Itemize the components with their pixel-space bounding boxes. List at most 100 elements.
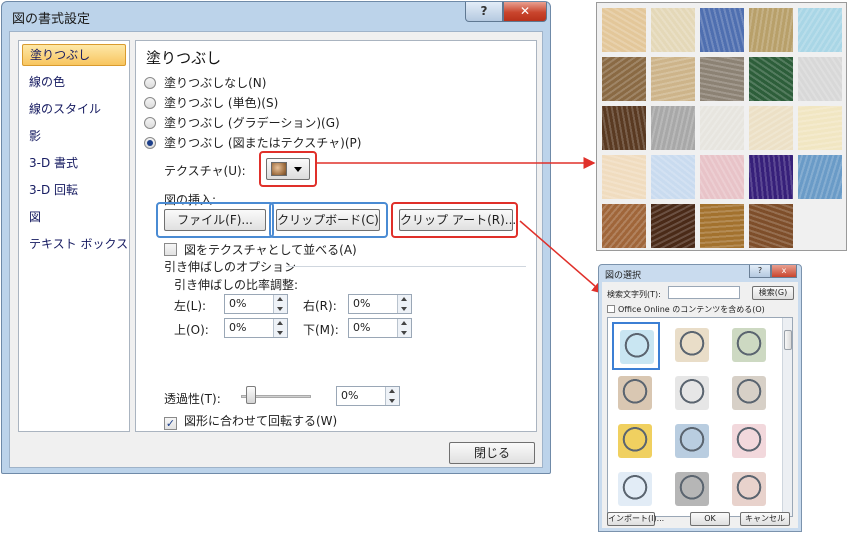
radio-indicator[interactable] [144,137,156,149]
man-clip[interactable] [669,322,717,370]
search-button[interactable]: 検索(G) [752,286,794,300]
checkbox-box[interactable]: ✓ [164,417,177,430]
nav-item-fill[interactable]: 塗りつぶし [22,44,126,66]
texture-swatch[interactable] [602,155,646,199]
santa-clip[interactable] [726,466,774,514]
clipboard-highlight [269,202,388,238]
radio-gradient-fill[interactable]: 塗りつぶし (グラデーション)(G) [144,114,340,132]
dialog-title: 図の書式設定 [12,12,91,27]
spin-buttons[interactable] [273,295,287,313]
bottom-offset-value: 0% [353,321,371,334]
texture-swatch[interactable] [651,106,695,150]
transparency-stepper[interactable]: 0% [336,386,400,406]
top-offset-stepper[interactable]: 0% [224,318,288,338]
left-offset-label: 左(L): [174,299,207,313]
nav-item-picture[interactable]: 図 [22,206,126,228]
texture-swatch[interactable] [798,155,842,199]
texture-swatch[interactable] [602,8,646,52]
left-offset-stepper[interactable]: 0% [224,294,288,314]
car-clip[interactable] [612,418,660,466]
pattern-clip[interactable] [726,418,774,466]
checkbox-box[interactable] [607,305,615,313]
eiffel-clip[interactable] [669,418,717,466]
texture-swatch[interactable] [749,8,793,52]
clipart-thumbnail-icon [618,376,652,410]
spin-buttons[interactable] [397,319,411,337]
format-picture-dialog: 図の書式設定 ? ✕ 塗りつぶし 線の色 線のスタイル 影 3-D 書式 3-D… [1,1,551,474]
radio-no-fill[interactable]: 塗りつぶしなし(N) [144,74,266,92]
radio-indicator[interactable] [144,97,156,109]
texture-swatch[interactable] [700,57,744,101]
transparency-slider-thumb[interactable] [246,386,256,404]
rope-clip[interactable] [612,466,660,514]
right-offset-stepper[interactable]: 0% [348,294,412,314]
fill-settings-panel: 塗りつぶし 塗りつぶしなし(N) 塗りつぶし (単色)(S) 塗りつぶし (グラ… [135,40,537,432]
spin-buttons[interactable] [397,295,411,313]
checkbox-label: 図をテクスチャとして並べる(A) [184,243,357,257]
scroll-thumb[interactable] [784,330,792,350]
results-scrollbar[interactable] [782,318,792,516]
texture-swatch[interactable] [700,8,744,52]
transparency-value: 0% [341,389,359,402]
nav-item-shadow[interactable]: 影 [22,125,126,147]
clipart-thumbnail-icon [675,376,709,410]
close-window-button[interactable]: ✕ [503,2,547,22]
texture-swatch[interactable] [749,106,793,150]
clipart-highlight [391,202,518,238]
bottom-offset-label: 下(M): [303,323,339,337]
spin-buttons[interactable] [273,319,287,337]
radio-picture-texture-fill[interactable]: 塗りつぶし (図またはテクスチャ)(P) [144,134,361,152]
texture-swatch[interactable] [749,57,793,101]
radio-indicator[interactable] [144,117,156,129]
radio-indicator[interactable] [144,77,156,89]
import-button[interactable]: インポート(I)... [607,512,664,526]
texture-swatch[interactable] [651,155,695,199]
online-content-checkbox[interactable]: Office Online のコンテンツを含める(O) [607,304,765,315]
rotate-with-shape-checkbox[interactable]: ✓ 図形に合わせて回転する(W) [164,412,337,430]
search-input[interactable] [668,286,740,299]
texture-swatch[interactable] [602,106,646,150]
town-clip[interactable] [726,322,774,370]
section-title: 塗りつぶし [146,49,222,67]
helmet-clip[interactable] [669,466,717,514]
texture-swatch[interactable] [602,57,646,101]
texture-swatch[interactable] [749,155,793,199]
cow-clip[interactable] [726,370,774,418]
nav-item-line-color[interactable]: 線の色 [22,71,126,93]
clipart-help-button[interactable]: ? [749,265,771,278]
texture-swatch[interactable] [651,57,695,101]
category-list: 塗りつぶし 線の色 線のスタイル 影 3-D 書式 3-D 回転 図 テキスト … [18,40,130,432]
clipart-thumbnail-icon [675,472,709,506]
spin-buttons[interactable] [385,387,399,405]
monk-clip[interactable] [612,370,660,418]
nav-item-3d-format[interactable]: 3-D 書式 [22,152,126,174]
radio-solid-fill[interactable]: 塗りつぶし (単色)(S) [144,94,278,112]
tile-checkbox[interactable]: 図をテクスチャとして並べる(A) [164,241,357,258]
texture-swatch[interactable] [602,204,646,248]
close-button[interactable]: 閉じる [449,442,535,464]
bottom-offset-stepper[interactable]: 0% [348,318,412,338]
nav-item-line-style[interactable]: 線のスタイル [22,98,126,120]
cancel-button[interactable]: キャンセル [740,512,790,526]
nav-item-3d-rotation[interactable]: 3-D 回転 [22,179,126,201]
checkbox-box[interactable] [164,243,177,256]
texture-swatch[interactable] [798,106,842,150]
bird-clip[interactable] [669,370,717,418]
left-offset-value: 0% [229,297,247,310]
texture-swatch[interactable] [798,8,842,52]
texture-swatch[interactable] [700,155,744,199]
help-button[interactable]: ? [465,2,503,22]
ok-button[interactable]: OK [690,512,730,526]
top-offset-value: 0% [229,321,247,334]
radio-label: 塗りつぶし (図またはテクスチャ)(P) [164,136,362,150]
texture-swatch[interactable] [749,204,793,248]
texture-swatch[interactable] [798,57,842,101]
nav-item-text-box[interactable]: テキスト ボックス [22,233,128,255]
clipart-close-button[interactable]: x [771,265,797,278]
clipart-dialog-title: 図の選択 [605,271,642,281]
texture-swatch[interactable] [700,106,744,150]
border-clip[interactable] [612,322,660,370]
texture-swatch[interactable] [700,204,744,248]
texture-swatch[interactable] [651,204,695,248]
texture-swatch[interactable] [651,8,695,52]
